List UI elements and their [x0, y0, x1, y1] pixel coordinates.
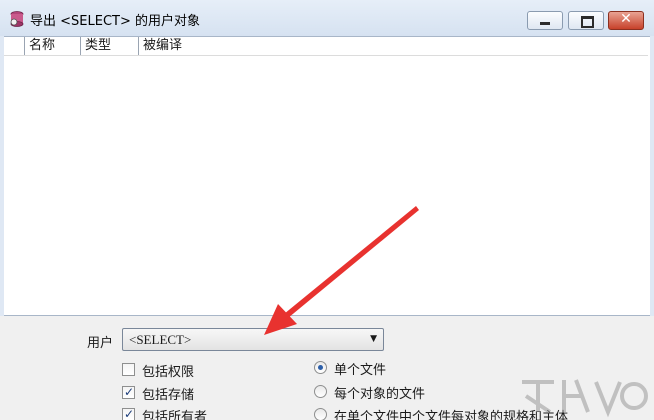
radio-circle[interactable] [314, 385, 327, 398]
close-icon: ✕ [620, 11, 632, 27]
checkbox-label: 包括所有者 [142, 410, 208, 420]
radio-circle[interactable] [314, 408, 327, 420]
checkbox-label: 包括权限 [142, 365, 195, 380]
radio-label: 单个文件 [334, 363, 387, 378]
chevron-down-icon: ▼ [370, 334, 377, 344]
user-select-value: <SELECT> [129, 332, 192, 347]
radio-label: 每个对象的文件 [334, 387, 426, 402]
column-header-name[interactable]: 名称 [24, 37, 80, 55]
object-list[interactable]: 名称 类型 被编译 [4, 36, 650, 316]
watermark-logo [522, 379, 648, 418]
export-user-objects-window: 导出 <SELECT> 的用户对象 ✕ 名称 类型 被编译 用户 <SELECT… [0, 0, 654, 420]
checkmark-icon: ✓ [124, 407, 135, 420]
radio-circle[interactable] [314, 361, 327, 374]
column-header-type[interactable]: 类型 [80, 37, 138, 55]
user-label: 用户 [87, 336, 114, 351]
column-header-compiled[interactable]: 被编译 [138, 37, 258, 55]
app-icon [10, 11, 24, 27]
minimize-icon [540, 22, 550, 25]
checkbox-box[interactable]: ✓ [122, 407, 135, 420]
checkbox-label: 包括存储 [142, 388, 195, 403]
window-title: 导出 <SELECT> 的用户对象 [30, 14, 200, 29]
minimize-button[interactable] [527, 11, 563, 30]
radio-selected-icon [318, 365, 323, 370]
user-select[interactable]: <SELECT> ▼ [122, 328, 384, 351]
checkbox-box[interactable]: ✓ [122, 385, 135, 399]
maximize-icon [581, 16, 594, 28]
maximize-button[interactable] [568, 11, 604, 30]
close-button[interactable]: ✕ [608, 11, 644, 30]
checkmark-icon: ✓ [124, 385, 135, 399]
list-header: 名称 类型 被编译 [4, 37, 648, 56]
checkbox-box[interactable] [122, 363, 135, 376]
title-bar[interactable]: 导出 <SELECT> 的用户对象 ✕ [0, 0, 654, 36]
